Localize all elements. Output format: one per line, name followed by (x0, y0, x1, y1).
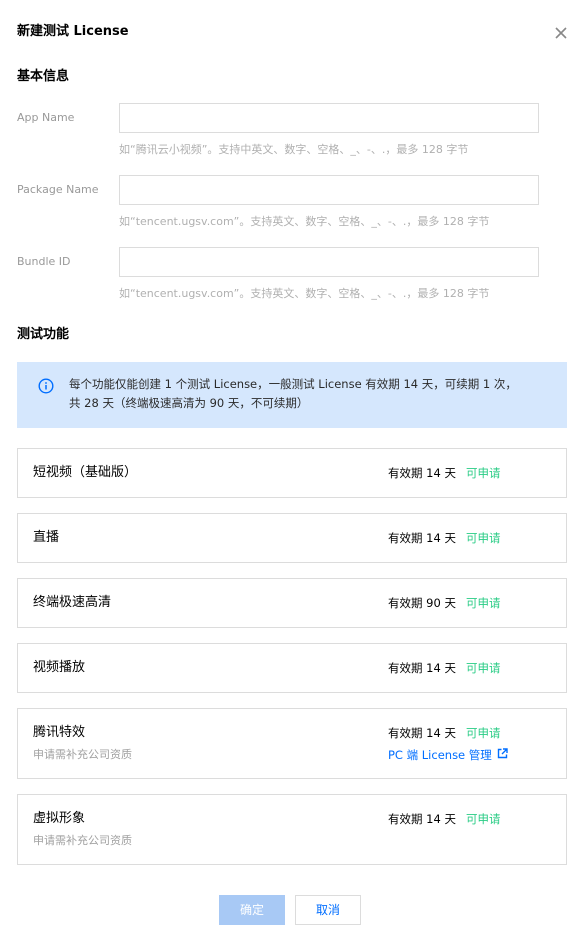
feature-validity: 有效期 14 天 (388, 812, 456, 826)
feature-name: 终端极速高清 (33, 595, 112, 610)
dialog-title: 新建测试 License (17, 24, 129, 39)
notice-banner: 每个功能仅能创建 1 个测试 License，一般测试 License 有效期 … (17, 362, 567, 428)
package-name-label: Package Name (17, 183, 99, 196)
app-name-label: App Name (17, 111, 75, 124)
feature-name: 短视频（基础版） (33, 465, 138, 480)
feature-status: 可申请 (466, 596, 501, 610)
feature-status: 可申请 (466, 466, 501, 480)
feature-card-avatar: 虚拟形象 申请需补充公司资质 有效期 14 天 可申请 (17, 794, 567, 865)
feature-card-short-video: 短视频（基础版） 有效期 14 天 可申请 (17, 448, 567, 498)
feature-status: 可申请 (466, 726, 501, 740)
feature-validity: 有效期 14 天 (388, 466, 456, 480)
info-icon (38, 378, 54, 394)
feature-name: 虚拟形象 (33, 811, 86, 826)
feature-status: 可申请 (466, 812, 501, 826)
notice-text-line1: 每个功能仅能创建 1 个测试 License，一般测试 License 有效期 … (69, 377, 517, 391)
feature-status: 可申请 (466, 661, 501, 675)
package-name-input[interactable] (119, 175, 539, 205)
feature-validity: 有效期 14 天 (388, 726, 456, 740)
feature-name: 腾讯特效 (33, 725, 86, 740)
feature-card-video-playback: 视频播放 有效期 14 天 可申请 (17, 643, 567, 693)
feature-note: 申请需补充公司资质 (33, 748, 132, 761)
feature-note: 申请需补充公司资质 (33, 834, 132, 847)
bundle-id-label: Bundle ID (17, 255, 71, 268)
app-name-hint: 如“腾讯云小视频”。支持中英文、数字、空格、_、-、.，最多 128 字节 (119, 143, 469, 156)
package-name-hint: 如“tencent.ugsv.com”。支持英文、数字、空格、_、-、.，最多 … (119, 215, 490, 228)
close-icon[interactable] (553, 25, 569, 41)
basic-info-title: 基本信息 (17, 69, 70, 84)
cancel-button[interactable]: 取消 (295, 895, 361, 925)
feature-card-effects: 腾讯特效 申请需补充公司资质 有效期 14 天 可申请 PC 端 License… (17, 708, 567, 779)
notice-text-line2: 共 28 天（终端极速高清为 90 天，不可续期） (69, 396, 309, 410)
test-features-title: 测试功能 (17, 327, 70, 342)
feature-validity: 有效期 90 天 (388, 596, 456, 610)
feature-card-hd: 终端极速高清 有效期 90 天 可申请 (17, 578, 567, 628)
bundle-id-hint: 如“tencent.ugsv.com”。支持英文、数字、空格、_、-、.，最多 … (119, 287, 490, 300)
pc-license-link[interactable]: PC 端 License 管理 (388, 747, 508, 763)
confirm-button[interactable]: 确定 (219, 895, 285, 925)
feature-validity: 有效期 14 天 (388, 661, 456, 675)
feature-name: 直播 (33, 530, 60, 545)
external-link-icon (497, 747, 508, 763)
feature-name: 视频播放 (33, 660, 86, 675)
feature-status: 可申请 (466, 531, 501, 545)
pc-license-link-label: PC 端 License 管理 (388, 748, 492, 762)
app-name-input[interactable] (119, 103, 539, 133)
bundle-id-input[interactable] (119, 247, 539, 277)
feature-card-live: 直播 有效期 14 天 可申请 (17, 513, 567, 563)
feature-validity: 有效期 14 天 (388, 531, 456, 545)
